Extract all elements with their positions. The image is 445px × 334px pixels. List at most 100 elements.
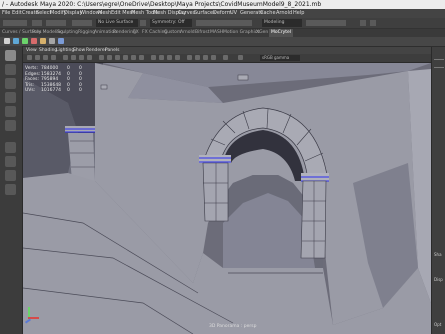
menu-edit[interactable]: Edit — [12, 9, 22, 18]
panel-tab-label[interactable]: Opt — [434, 322, 441, 327]
shelf-tab[interactable]: Motion Graphics — [223, 29, 260, 37]
menu-curves[interactable]: Curves — [178, 9, 195, 18]
hud-row: UVs: 1016774 0 0 — [25, 88, 82, 94]
rotate-tool-icon[interactable] — [5, 106, 16, 117]
snap-tools-icon[interactable] — [46, 20, 66, 26]
panel-tab-label[interactable]: Sha — [434, 252, 442, 257]
bookmark-icon[interactable] — [43, 55, 48, 60]
wireframe-on-shaded-icon[interactable] — [115, 55, 120, 60]
shelf-tab[interactable]: MASH — [210, 29, 223, 37]
layout-split-icon[interactable] — [5, 170, 16, 181]
isolate-select-icon[interactable] — [151, 55, 156, 60]
toolbox — [0, 46, 23, 334]
scene-render — [23, 63, 431, 334]
hud-value: 0 — [79, 88, 82, 93]
smooth-shade-icon[interactable] — [107, 55, 112, 60]
camera-attributes-icon[interactable] — [35, 55, 40, 60]
grid-icon[interactable] — [63, 55, 68, 60]
symmetry-field[interactable]: Symmetry: Off — [150, 19, 192, 27]
film-gate-icon[interactable] — [71, 55, 76, 60]
panel-menu-view[interactable]: View — [26, 47, 37, 54]
menu-deform[interactable]: Deform — [213, 9, 232, 18]
anti-aliasing-icon[interactable] — [203, 55, 208, 60]
menu-mesh[interactable]: Mesh — [98, 9, 111, 18]
backface-icon[interactable] — [175, 55, 180, 60]
shelf-tab[interactable]: Bifrost — [195, 29, 210, 37]
color-space-field[interactable]: sRGB gamma — [260, 55, 300, 61]
select-tool-icon[interactable] — [5, 50, 16, 61]
title-bar: / - Autodesk Maya 2020: C:\Users\egre\On… — [0, 0, 445, 9]
shelf-tab[interactable]: Arnold — [180, 29, 195, 37]
depth-of-field-icon[interactable] — [211, 55, 216, 60]
select-mode-icon[interactable] — [32, 20, 42, 26]
hud-label: UVs: — [25, 88, 36, 93]
camera-select-icon[interactable] — [27, 55, 32, 60]
shelf-icons — [0, 37, 445, 47]
exposure-icon[interactable] — [223, 55, 228, 60]
wireframe-icon[interactable] — [99, 55, 104, 60]
panel-menu-show[interactable]: Show — [73, 47, 85, 54]
panel-menu-panels[interactable]: Panels — [105, 47, 119, 54]
shelf-tool-icon[interactable] — [31, 38, 37, 44]
shelf-tool-icon[interactable] — [22, 38, 28, 44]
resolution-gate-icon[interactable] — [79, 55, 84, 60]
gamma-icon[interactable] — [238, 55, 243, 60]
object-mode-icon[interactable] — [140, 20, 146, 26]
status-line: No Live Surface Symmetry: Off Modeling — [0, 18, 445, 29]
menu-arnold[interactable]: Arnold — [276, 9, 292, 18]
window-title: / - Autodesk Maya 2020: C:\Users\egre\On… — [2, 1, 322, 8]
paint-select-icon[interactable] — [5, 78, 16, 89]
gate-mask-icon[interactable] — [87, 55, 92, 60]
input-line[interactable] — [196, 20, 252, 26]
shelf-tab[interactable]: FX — [133, 29, 139, 37]
move-tool-icon[interactable] — [5, 92, 16, 103]
shelf-tool-icon[interactable] — [40, 38, 46, 44]
shelf-tab-active[interactable]: MoCrytel — [269, 29, 294, 37]
outliner-icon[interactable] — [5, 184, 16, 195]
hud-value: 0 — [67, 88, 70, 93]
panel-menu-shading[interactable]: Shading — [39, 47, 57, 54]
motion-blur-icon[interactable] — [195, 55, 200, 60]
main-menubar: File Edit Create Select Modify Display W… — [0, 9, 445, 18]
xray-icon[interactable] — [159, 55, 164, 60]
image-plane-icon[interactable] — [51, 55, 56, 60]
toggle-icon[interactable] — [370, 20, 376, 26]
shelf-tab[interactable]: Sculpting — [57, 29, 78, 37]
workspace-selector[interactable] — [3, 20, 27, 26]
panel-menu-renderer[interactable]: Renderer — [86, 47, 107, 54]
ambient-occlusion-icon[interactable] — [187, 55, 192, 60]
lights-icon[interactable] — [131, 55, 136, 60]
layout-four-icon[interactable] — [5, 156, 16, 167]
shelf-tool-icon[interactable] — [4, 38, 10, 44]
lasso-tool-icon[interactable] — [5, 64, 16, 75]
perspective-viewport[interactable]: Verts: 784000 0 0 Edges:1583274 0 0 Faces: 795… — [23, 63, 431, 334]
menu-cache[interactable]: Cache — [260, 9, 276, 18]
panel-tab-label[interactable]: Disp — [434, 277, 443, 282]
menu-uv[interactable]: UV — [230, 9, 237, 18]
shelf-tool-icon[interactable] — [13, 38, 19, 44]
shelf-tool-icon[interactable] — [49, 38, 55, 44]
toggle-icon[interactable] — [360, 20, 366, 26]
layout-single-icon[interactable] — [5, 142, 16, 153]
panel-menu-lighting[interactable]: Lighting — [56, 47, 74, 54]
menu-help[interactable]: Help — [293, 9, 304, 18]
textured-icon[interactable] — [123, 55, 128, 60]
shelf-tab[interactable]: Custom — [164, 29, 181, 37]
sign-in-area[interactable] — [306, 20, 346, 26]
live-surface-field[interactable]: No Live Surface — [96, 19, 138, 27]
divider — [434, 59, 444, 60]
poly-count-hud: Verts: 784000 0 0 Edges:1583274 0 0 Faces: 795… — [25, 66, 82, 94]
workspace-field[interactable]: Modeling — [262, 19, 302, 27]
render-tools-icon[interactable] — [72, 20, 92, 26]
shelf-tab[interactable]: Rigging — [78, 29, 95, 37]
xray-joints-icon[interactable] — [167, 55, 172, 60]
shadows-icon[interactable] — [139, 55, 144, 60]
hud-value: 1016774 — [41, 88, 62, 93]
menu-file[interactable]: File — [2, 9, 10, 18]
panel-menubar: View Shading Lighting Show Renderer Pane… — [23, 47, 431, 54]
attribute-side-panel: Sha Disp Opt — [431, 47, 445, 334]
shelf-tool-icon[interactable] — [58, 38, 64, 44]
scale-tool-icon[interactable] — [5, 120, 16, 131]
shelf-tab[interactable]: XGen — [256, 29, 268, 37]
divider — [434, 67, 444, 68]
